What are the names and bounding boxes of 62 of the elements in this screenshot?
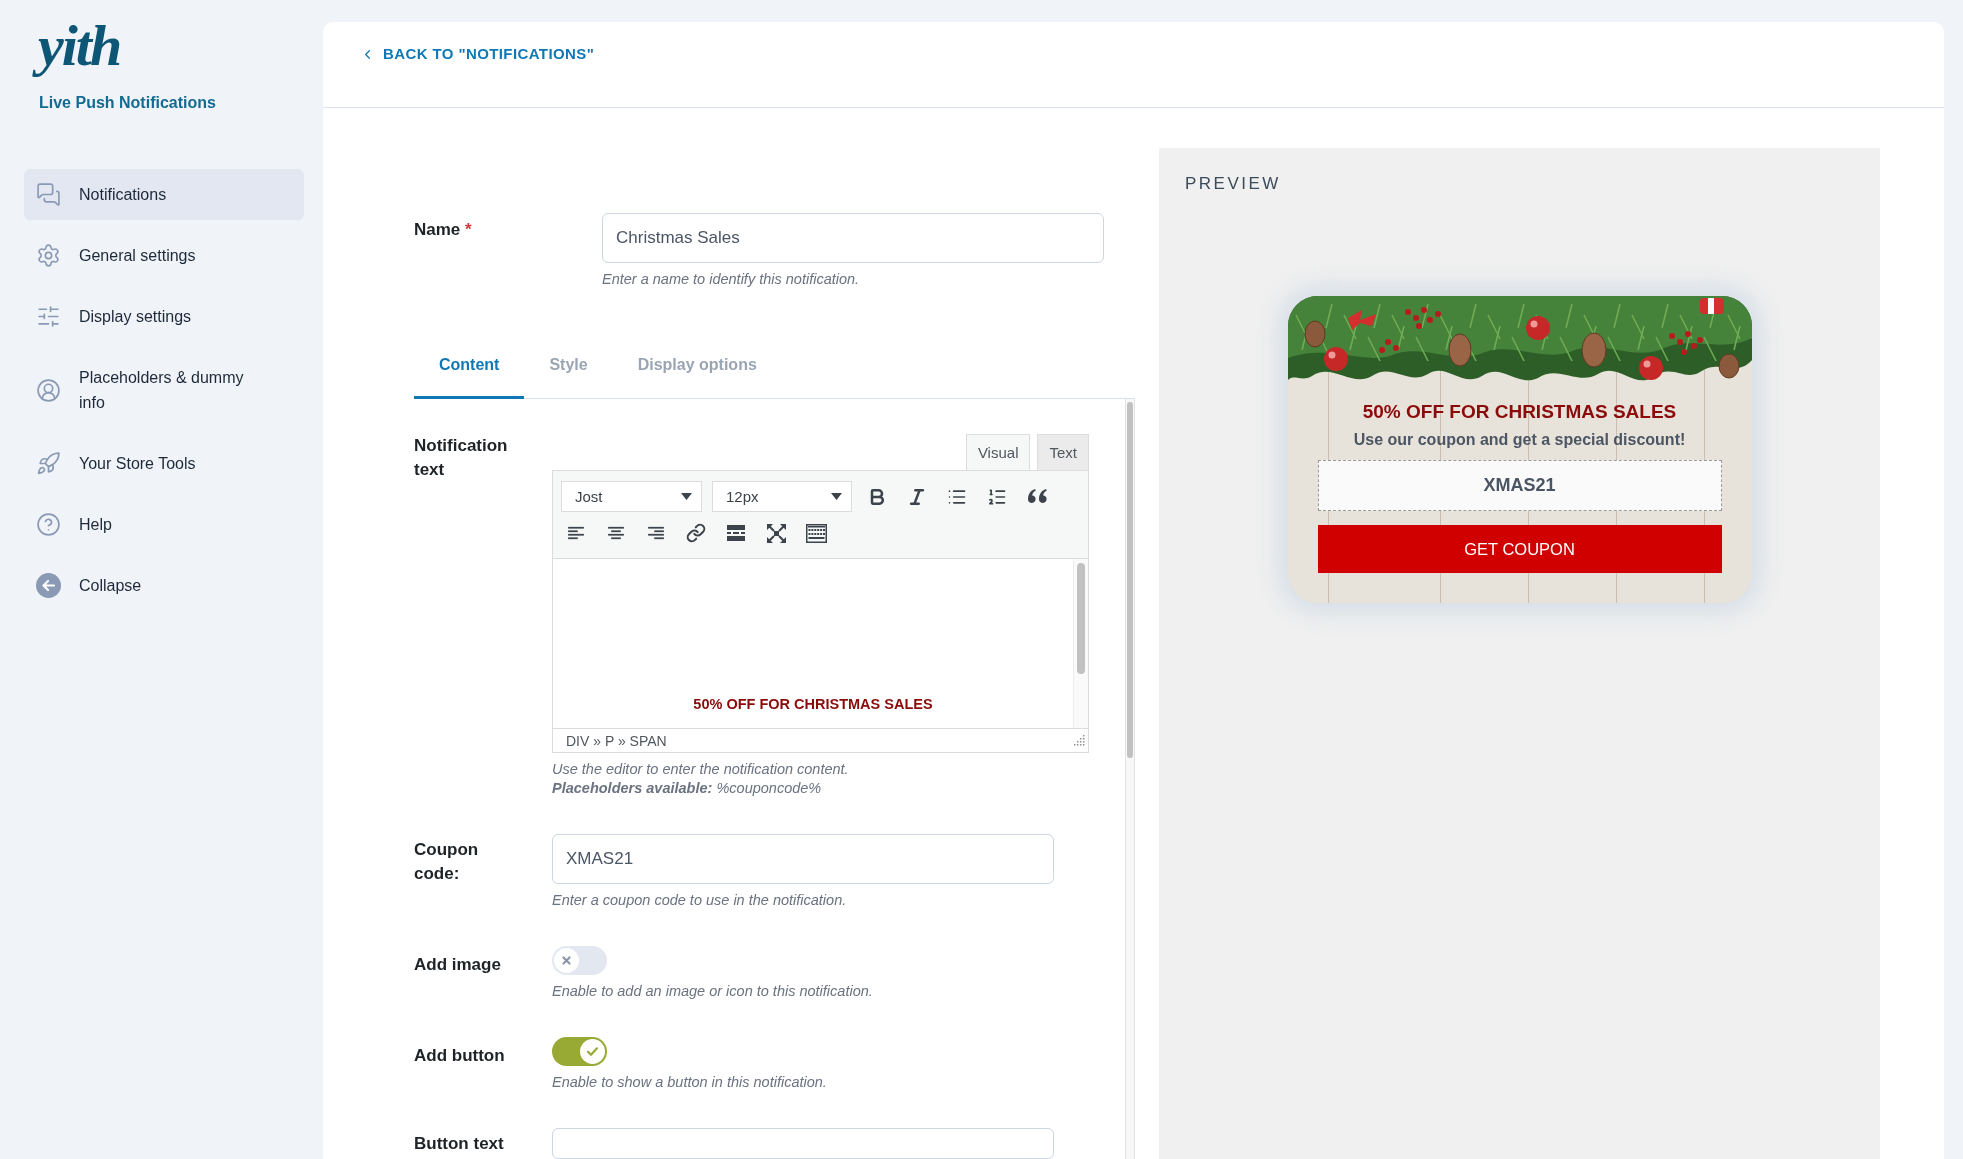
element-path: DIV » P » SPAN — [566, 732, 667, 749]
logo: yith — [34, 10, 135, 82]
editor-mode-tab[interactable]: Text — [1037, 434, 1089, 470]
coupon-code-display: XMAS21 — [1317, 460, 1722, 511]
collapse-button[interactable]: Collapse — [24, 560, 304, 611]
field-label: Notification text — [414, 435, 509, 481]
field-label: Add image — [414, 954, 502, 976]
help-icon — [36, 512, 61, 537]
editor-mode-tab[interactable]: Visual — [965, 434, 1031, 470]
horizontal-rule-icon — [727, 525, 745, 541]
align-right-icon — [647, 526, 665, 540]
headline: 50% OFF FOR CHRISTMAS SALES — [1362, 400, 1677, 424]
text-field[interactable]: Christmas Sales — [602, 213, 1104, 263]
sliders-icon — [36, 304, 61, 329]
toggle-switch[interactable] — [552, 946, 607, 975]
rocket-icon — [36, 451, 61, 476]
sidebar-item[interactable]: Help — [24, 499, 304, 550]
text-field[interactable] — [552, 1128, 1054, 1159]
field-label: Add button — [414, 1045, 506, 1067]
field-label: Name * — [414, 219, 473, 241]
resize-handle-icon — [1074, 735, 1085, 746]
help-text: Enter a name to identify this notification. — [602, 270, 861, 289]
product-name: Live Push Notifications — [39, 93, 216, 113]
sidebar-item[interactable]: Notifications — [24, 169, 304, 220]
fullscreen-icon — [766, 523, 786, 543]
italic-icon — [907, 486, 927, 507]
scrollbar-thumb[interactable] — [1127, 402, 1133, 758]
font-size-select[interactable]: 12px — [712, 481, 852, 512]
sidebar-item[interactable]: Display settings — [24, 291, 304, 342]
link-icon — [686, 523, 706, 543]
scrollbar-thumb[interactable] — [1077, 563, 1085, 674]
check-icon — [580, 1039, 605, 1064]
arrow-left-circle-icon — [36, 573, 61, 598]
caret-down-icon — [831, 493, 842, 500]
user-circle-icon — [36, 377, 61, 403]
sidebar-item[interactable]: Placeholders & dummy info — [24, 352, 304, 428]
align-center-icon — [607, 526, 625, 540]
sidebar-item[interactable]: General settings — [24, 230, 304, 281]
help-text: Enable to add an image or icon to this notification. — [552, 982, 873, 1001]
toggle-switch[interactable] — [552, 1037, 607, 1066]
tab[interactable]: Content — [414, 339, 525, 399]
section-title: PREVIEW — [1185, 174, 1281, 194]
field-label: Button text — [414, 1133, 505, 1155]
align-left-icon — [567, 526, 585, 540]
help-text: Enter a coupon code to use in the notification. — [552, 891, 848, 910]
quote-icon — [1027, 489, 1047, 504]
help-text: Use the editor to enter the notification content. — [552, 760, 850, 779]
sidebar-item[interactable]: Your Store Tools — [24, 438, 304, 489]
text-field[interactable]: XMAS21 — [552, 834, 1054, 884]
keyboard-icon — [805, 523, 827, 543]
font-family-select[interactable]: Jost — [561, 481, 702, 512]
back-link[interactable]: BACK TO "NOTIFICATIONS" — [360, 44, 595, 64]
help-text: Enable to show a button in this notification. — [552, 1073, 827, 1092]
chat-bubbles-icon — [36, 182, 61, 207]
editor-text: 50% OFF FOR CHRISTMAS SALES — [693, 695, 933, 714]
caret-down-icon — [681, 493, 692, 500]
subtitle: Use our coupon and get a special discount! — [1353, 430, 1686, 450]
help-text: Placeholders available: %couponcode% — [552, 779, 823, 798]
get-coupon-button[interactable]: GET COUPON — [1317, 525, 1722, 573]
field-label: Coupon code: — [414, 839, 480, 885]
x-mark-icon — [554, 948, 579, 973]
settings-icon — [36, 243, 61, 268]
